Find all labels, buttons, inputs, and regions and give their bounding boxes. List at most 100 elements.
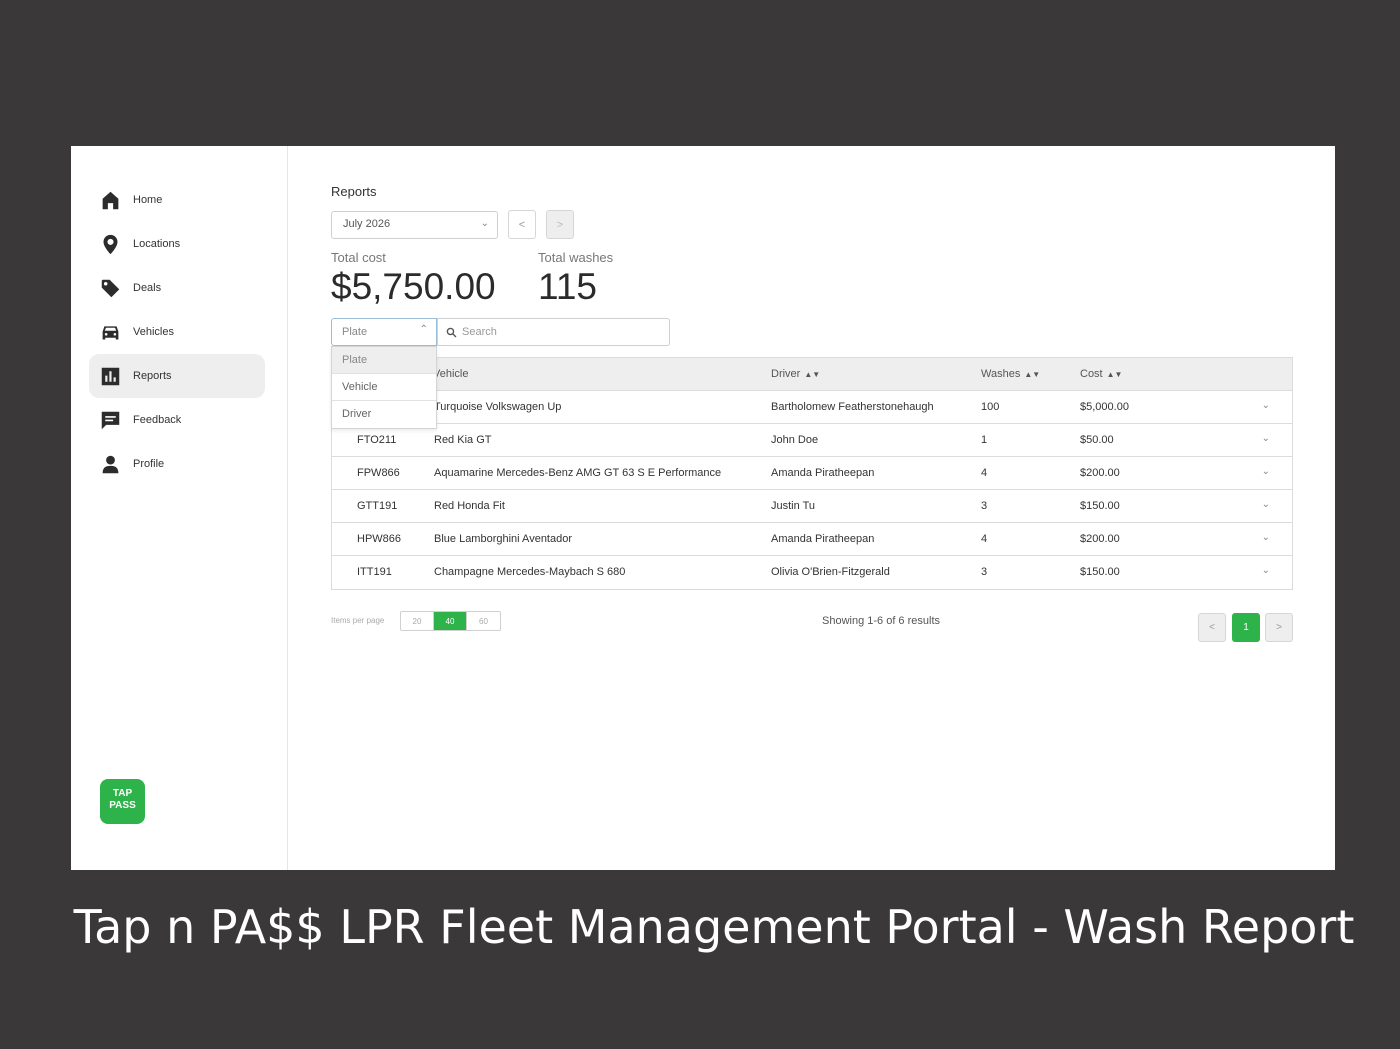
chevron-up-icon: ⌃ <box>419 324 428 335</box>
filter-field-select[interactable]: Plate ⌃ <box>331 318 437 346</box>
sidebar-item-vehicles[interactable]: Vehicles <box>89 310 265 354</box>
total-cost-value: $5,750.00 <box>331 266 496 307</box>
sidebar-item-label: Vehicles <box>133 326 174 338</box>
total-washes-label: Total washes <box>538 250 614 265</box>
expand-row-chevron-icon[interactable]: ⌄ <box>1262 532 1270 543</box>
cell-washes: 4 <box>981 467 988 479</box>
table-row[interactable]: FTO211 Red Kia GT John Doe 1 $50.00 ⌄ <box>332 424 1292 457</box>
cell-plate: FPW866 <box>357 467 400 479</box>
app-screen: Home Locations Deals Vehicles Reports Fe… <box>71 146 1335 870</box>
items-per-page-option-40[interactable]: 40 <box>434 612 467 630</box>
table-row[interactable]: Turquoise Volkswagen Up Bartholomew Feat… <box>332 391 1292 424</box>
cell-washes: 3 <box>981 566 988 578</box>
tap-n-pass-logo: TAP PASS <box>100 779 145 824</box>
column-header-washes[interactable]: Washes ▲▼ <box>981 368 1040 380</box>
dropdown-option-vehicle[interactable]: Vehicle <box>332 374 436 401</box>
month-select[interactable]: July 2026 ⌄ <box>331 211 498 239</box>
cell-driver: John Doe <box>771 434 819 446</box>
main-content: Reports July 2026 ⌄ < > Total cost $5,75… <box>331 146 1335 870</box>
cell-cost: $200.00 <box>1080 533 1120 545</box>
cell-driver: Bartholomew Featherstonehaugh <box>771 401 934 413</box>
sidebar-item-deals[interactable]: Deals <box>89 266 265 310</box>
filter-field-dropdown: Plate Vehicle Driver <box>331 346 437 429</box>
cell-plate: HPW866 <box>357 533 402 545</box>
search-icon <box>446 327 457 337</box>
sidebar-item-reports[interactable]: Reports <box>89 354 265 398</box>
table-row[interactable]: ITT191 Champagne Mercedes-Maybach S 680 … <box>332 556 1292 589</box>
expand-row-chevron-icon[interactable]: ⌄ <box>1262 466 1270 477</box>
table-row[interactable]: FPW866 Aquamarine Mercedes-Benz AMG GT 6… <box>332 457 1292 490</box>
cell-washes: 100 <box>981 401 1000 413</box>
bar-chart-icon <box>99 365 121 387</box>
cell-cost: $150.00 <box>1080 500 1120 512</box>
cell-vehicle: Turquoise Volkswagen Up <box>434 401 562 413</box>
table-header: Vehicle Driver ▲▼ Washes ▲▼ Cost ▲▼ <box>332 358 1292 391</box>
sidebar-item-home[interactable]: Home <box>89 178 265 222</box>
next-month-button[interactable]: > <box>546 210 574 239</box>
table-row[interactable]: HPW866 Blue Lamborghini Aventador Amanda… <box>332 523 1292 556</box>
slide-caption: Tap n PA$$ LPR Fleet Management Portal -… <box>73 900 1355 954</box>
total-washes-value: 115 <box>538 266 597 307</box>
sidebar-item-label: Home <box>133 194 163 206</box>
sidebar-item-locations[interactable]: Locations <box>89 222 265 266</box>
cell-plate: FTO211 <box>357 434 397 446</box>
results-count: Showing 1-6 of 6 results <box>822 615 941 627</box>
sidebar-item-label: Reports <box>133 370 172 382</box>
cell-driver: Amanda Piratheepan <box>771 533 875 545</box>
items-per-page-option-20[interactable]: 20 <box>401 612 434 630</box>
items-per-page-label: Items per page <box>331 616 385 625</box>
cell-cost: $5,000.00 <box>1080 401 1129 413</box>
chevron-down-icon: ⌄ <box>480 218 489 229</box>
column-header-vehicle[interactable]: Vehicle <box>433 368 468 380</box>
month-select-value: July 2026 <box>343 218 391 230</box>
search-placeholder: Search <box>462 326 497 338</box>
sort-icon: ▲▼ <box>804 370 821 379</box>
total-cost-label: Total cost <box>331 250 386 265</box>
sidebar-item-label: Locations <box>133 238 181 250</box>
sidebar-item-label: Deals <box>133 282 162 294</box>
cell-cost: $150.00 <box>1080 566 1120 578</box>
table-row[interactable]: GTT191 Red Honda Fit Justin Tu 3 $150.00… <box>332 490 1292 523</box>
sidebar-item-label: Profile <box>133 458 165 470</box>
previous-month-button[interactable]: < <box>508 210 536 239</box>
page-title: Reports <box>331 184 377 199</box>
expand-row-chevron-icon[interactable]: ⌄ <box>1262 433 1270 444</box>
dropdown-option-plate[interactable]: Plate <box>332 347 436 374</box>
sort-icon: ▲▼ <box>1024 370 1041 379</box>
expand-row-chevron-icon[interactable]: ⌄ <box>1262 565 1270 576</box>
expand-row-chevron-icon[interactable]: ⌄ <box>1262 499 1270 510</box>
cost-header-label: Cost <box>1080 368 1103 380</box>
previous-page-button[interactable]: < <box>1198 613 1226 642</box>
next-page-button[interactable]: > <box>1265 613 1293 642</box>
cell-washes: 1 <box>981 434 988 446</box>
column-header-cost[interactable]: Cost ▲▼ <box>1080 368 1122 380</box>
location-pin-icon <box>99 233 121 255</box>
cell-washes: 3 <box>981 500 988 512</box>
column-header-driver[interactable]: Driver ▲▼ <box>771 368 820 380</box>
sidebar-item-feedback[interactable]: Feedback <box>89 398 265 442</box>
cell-vehicle: Aquamarine Mercedes-Benz AMG GT 63 S E P… <box>434 467 722 479</box>
driver-header-label: Driver <box>771 368 801 380</box>
search-input[interactable]: Search <box>437 318 670 346</box>
sidebar-item-profile[interactable]: Profile <box>89 442 265 486</box>
sidebar-item-label: Feedback <box>133 414 182 426</box>
cell-vehicle: Blue Lamborghini Aventador <box>434 533 573 545</box>
logo-line-2: PASS <box>109 800 136 811</box>
items-per-page-selector: 20 40 60 <box>400 611 501 631</box>
cell-driver: Justin Tu <box>771 500 816 512</box>
cell-plate: ITT191 <box>357 566 392 578</box>
home-icon <box>99 189 121 211</box>
user-icon <box>99 453 121 475</box>
cell-washes: 4 <box>981 533 988 545</box>
page-1-button[interactable]: 1 <box>1232 613 1260 642</box>
car-icon <box>99 321 121 343</box>
items-per-page-option-60[interactable]: 60 <box>467 612 500 630</box>
expand-row-chevron-icon[interactable]: ⌄ <box>1262 400 1270 411</box>
cell-cost: $50.00 <box>1080 434 1114 446</box>
cell-plate: GTT191 <box>357 500 398 512</box>
sidebar: Home Locations Deals Vehicles Reports Fe… <box>71 146 288 870</box>
cell-driver: Olivia O'Brien-Fitzgerald <box>771 566 890 578</box>
dropdown-option-driver[interactable]: Driver <box>332 401 436 428</box>
cell-vehicle: Red Honda Fit <box>434 500 505 512</box>
washes-header-label: Washes <box>981 368 1021 380</box>
